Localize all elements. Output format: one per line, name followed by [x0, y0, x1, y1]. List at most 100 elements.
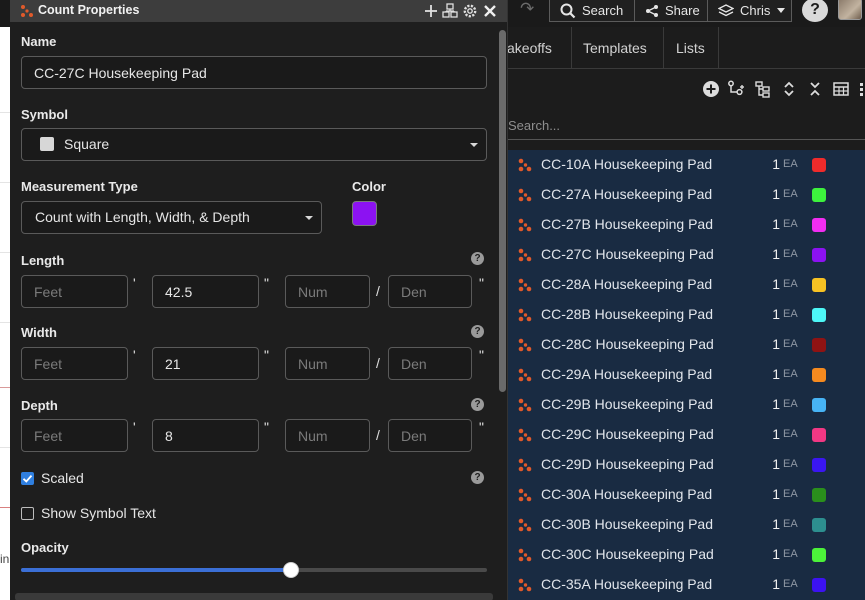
list-item[interactable]: CC-35A Housekeeping Pad 1 EA [508, 570, 865, 600]
list-search [508, 112, 865, 140]
list-item[interactable]: CC-30B Housekeeping Pad 1 EA [508, 510, 865, 540]
list-item-color-swatch[interactable] [812, 458, 826, 472]
list-item[interactable]: CC-10A Housekeeping Pad 1 EA [508, 150, 865, 180]
add-icon[interactable] [422, 2, 440, 20]
fraction-slash: / [376, 283, 380, 299]
list-item-name: CC-10A Housekeeping Pad [541, 156, 713, 172]
list-item-quantity: 1 [772, 516, 780, 532]
hierarchy-icon[interactable] [754, 80, 772, 98]
stack-icon[interactable] [441, 2, 459, 20]
close-icon[interactable] [481, 2, 499, 20]
avatar[interactable] [838, 0, 862, 20]
list-item-color-swatch[interactable] [812, 158, 826, 172]
help-button[interactable]: ? [802, 0, 828, 22]
list-item[interactable]: CC-29C Housekeeping Pad 1 EA [508, 420, 865, 450]
list-item-unit: EA [783, 308, 798, 320]
symbol-select[interactable]: Square [21, 128, 487, 161]
scaled-checkbox[interactable] [21, 472, 34, 485]
share-button[interactable]: Share [634, 0, 708, 22]
list-item-color-swatch[interactable] [812, 428, 826, 442]
add-circle-icon[interactable] [702, 80, 720, 98]
length-num-input[interactable] [285, 275, 370, 308]
depth-help-icon[interactable]: ? [471, 398, 484, 411]
list-item[interactable]: CC-29B Housekeeping Pad 1 EA [508, 390, 865, 420]
user-menu-button[interactable]: Chris [707, 0, 792, 22]
inch-mark: " [479, 419, 484, 435]
color-swatch[interactable] [352, 201, 377, 226]
list-item-color-swatch[interactable] [812, 398, 826, 412]
list-item[interactable]: CC-27A Housekeeping Pad 1 EA [508, 180, 865, 210]
depth-num-input[interactable] [285, 419, 370, 452]
count-icon [518, 188, 532, 202]
measurement-type-select[interactable]: Count with Length, Width, & Depth [21, 201, 322, 234]
dialog-scrollbar[interactable] [499, 30, 506, 392]
list-item[interactable]: CC-29A Housekeeping Pad 1 EA [508, 360, 865, 390]
list-item[interactable]: CC-27C Housekeeping Pad 1 EA [508, 240, 865, 270]
collapse-icon[interactable] [806, 80, 824, 98]
gear-icon[interactable] [461, 2, 479, 20]
list-item[interactable]: CC-30C Housekeeping Pad 1 EA [508, 540, 865, 570]
list-item[interactable]: CC-28C Housekeeping Pad 1 EA [508, 330, 865, 360]
list-item-color-swatch[interactable] [812, 248, 826, 262]
measurement-type-value: Count with Length, Width, & Depth [35, 209, 250, 225]
list-item-color-swatch[interactable] [812, 308, 826, 322]
scaled-help-icon[interactable]: ? [471, 471, 484, 484]
list-item[interactable]: CC-28B Housekeeping Pad 1 EA [508, 300, 865, 330]
count-icon [518, 308, 532, 322]
width-feet-input[interactable] [21, 347, 128, 380]
depth-den-input[interactable] [388, 419, 472, 452]
inch-mark: " [264, 419, 269, 435]
tab-lists[interactable]: Lists [664, 27, 719, 69]
tab-templates[interactable]: Templates [571, 27, 664, 69]
list-item-color-swatch[interactable] [812, 188, 826, 202]
table-icon[interactable] [832, 80, 850, 98]
list-item-color-swatch[interactable] [812, 218, 826, 232]
opacity-slider-thumb[interactable] [283, 562, 299, 578]
layers-icon [718, 3, 734, 16]
list-item-name: CC-27A Housekeeping Pad [541, 186, 713, 202]
list-item-color-swatch[interactable] [812, 578, 826, 592]
length-help-icon[interactable]: ? [471, 252, 484, 265]
list-item[interactable]: CC-27B Housekeeping Pad 1 EA [508, 210, 865, 240]
share-button-label: Share [665, 2, 700, 18]
list-item-color-swatch[interactable] [812, 488, 826, 502]
length-inches-input[interactable] [152, 275, 259, 308]
count-icon [518, 488, 532, 502]
dialog-header[interactable]: Count Properties [10, 0, 507, 22]
feet-mark: ' [133, 419, 136, 435]
length-den-input[interactable] [388, 275, 472, 308]
width-help-icon[interactable]: ? [471, 325, 484, 338]
scaled-label: Scaled [41, 470, 84, 486]
add-branch-icon[interactable] [727, 80, 745, 98]
list-item[interactable]: CC-29D Housekeeping Pad 1 EA [508, 450, 865, 480]
width-num-input[interactable] [285, 347, 370, 380]
opacity-slider[interactable] [21, 562, 487, 578]
list-item-color-swatch[interactable] [812, 338, 826, 352]
width-inches-input[interactable] [152, 347, 259, 380]
list-item[interactable]: CC-28A Housekeeping Pad 1 EA [508, 270, 865, 300]
list-item-color-swatch[interactable] [812, 368, 826, 382]
name-field[interactable] [21, 56, 487, 89]
list-item-color-swatch[interactable] [812, 278, 826, 292]
show-symbol-text-checkbox[interactable] [21, 507, 34, 520]
search-icon [560, 3, 576, 18]
symbol-label: Symbol [21, 107, 68, 122]
depth-inches-input[interactable] [152, 419, 259, 452]
search-button[interactable]: Search [549, 0, 635, 22]
depth-feet-input[interactable] [21, 419, 128, 452]
width-den-input[interactable] [388, 347, 472, 380]
fraction-slash: / [376, 427, 380, 443]
list-search-input[interactable] [508, 112, 865, 138]
count-icon [518, 548, 532, 562]
list-item-quantity: 1 [772, 186, 780, 202]
more-icon[interactable] [858, 80, 865, 98]
redo-icon[interactable]: ↷ [520, 0, 542, 20]
list-item-unit: EA [783, 158, 798, 170]
expand-icon[interactable] [780, 80, 798, 98]
list-item-unit: EA [783, 248, 798, 260]
length-feet-input[interactable] [21, 275, 128, 308]
list-item-color-swatch[interactable] [812, 518, 826, 532]
inch-mark: " [479, 347, 484, 363]
list-item-color-swatch[interactable] [812, 548, 826, 562]
list-item[interactable]: CC-30A Housekeeping Pad 1 EA [508, 480, 865, 510]
